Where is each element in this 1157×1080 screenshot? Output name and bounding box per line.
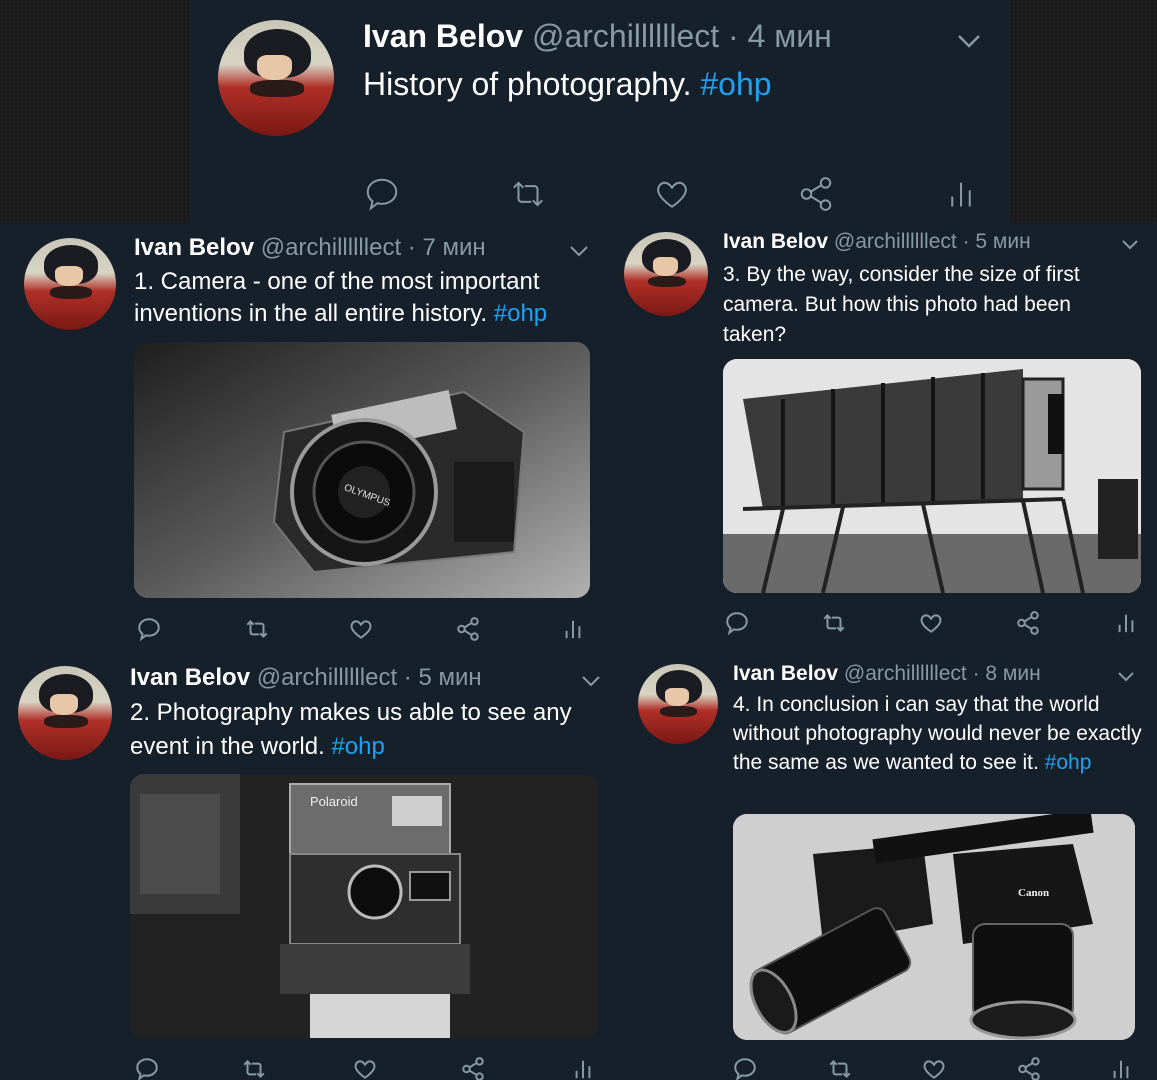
hashtag-link[interactable]: #ohp xyxy=(331,733,384,760)
retweet-icon[interactable] xyxy=(243,616,271,642)
tweet-time[interactable]: 7 мин xyxy=(422,234,485,261)
separator-dot: · xyxy=(728,18,739,54)
analytics-icon[interactable] xyxy=(1110,1054,1132,1080)
analytics-icon[interactable] xyxy=(572,1054,594,1080)
tweet-text-content: 3. By the way, consider the size of firs… xyxy=(723,263,1080,346)
avatar[interactable] xyxy=(18,666,112,760)
hashtag-link[interactable]: #ohp xyxy=(1045,751,1092,774)
tweet-photo-giant-camera[interactable] xyxy=(723,359,1141,593)
like-icon[interactable] xyxy=(917,610,945,636)
avatar[interactable] xyxy=(218,20,334,136)
tweet-photo-olympus-camera[interactable]: OLYMPUS xyxy=(134,342,590,598)
analytics-icon[interactable] xyxy=(1115,608,1137,638)
retweet-icon[interactable] xyxy=(820,610,848,636)
hashtag-link[interactable]: #ohp xyxy=(494,300,547,327)
author-name[interactable]: Ivan Belov xyxy=(733,662,838,685)
author-name[interactable]: Ivan Belov xyxy=(363,18,523,54)
tweet-header: Ivan Belov @archillllllect · 5 мин xyxy=(130,664,482,692)
tweet-time[interactable]: 5 мин xyxy=(975,230,1030,253)
reply-icon[interactable] xyxy=(724,610,750,636)
tweet-card-polaroid[interactable]: Ivan Belov @archillllllect · 5 мин 2. Ph… xyxy=(0,652,620,1080)
tweet-text: 1. Camera - one of the most important in… xyxy=(134,266,584,330)
chevron-down-icon[interactable] xyxy=(1116,670,1136,689)
analytics-icon[interactable] xyxy=(562,614,584,644)
tweet-header: Ivan Belov @archillllllect · 4 мин xyxy=(363,18,832,55)
like-icon[interactable] xyxy=(351,1056,379,1080)
tweet-card-camera[interactable]: Ivan Belov @archillllllect · 7 мин 1. Ca… xyxy=(0,222,608,652)
reply-icon[interactable] xyxy=(136,616,162,642)
author-handle[interactable]: @archillllllect xyxy=(844,662,967,685)
camera-brand-label: Canon xyxy=(1018,887,1049,899)
chevron-down-icon[interactable] xyxy=(580,674,602,693)
share-icon[interactable] xyxy=(455,616,481,642)
author-name[interactable]: Ivan Belov xyxy=(134,234,254,261)
share-icon[interactable] xyxy=(796,175,836,213)
author-name[interactable]: Ivan Belov xyxy=(723,230,828,253)
tweet-time[interactable]: 8 мин xyxy=(985,662,1040,685)
reply-icon[interactable] xyxy=(362,175,402,213)
share-icon[interactable] xyxy=(1016,1056,1042,1080)
tweet-text: 3. By the way, consider the size of firs… xyxy=(723,260,1133,350)
tweet-card-first-camera[interactable]: Ivan Belov @archillllllect · 5 мин 3. By… xyxy=(608,222,1157,652)
tweet-card-conclusion[interactable]: Ivan Belov @archillllllect · 8 мин 4. In… xyxy=(620,652,1157,1080)
tweet-actions xyxy=(0,614,608,648)
share-icon[interactable] xyxy=(460,1056,486,1080)
reply-icon[interactable] xyxy=(732,1056,758,1080)
tweet-photo-polaroid[interactable]: Polaroid xyxy=(130,774,598,1038)
tweet-text: 2. Photography makes us able to see any … xyxy=(130,696,610,764)
tweet-text-content: History of photography. xyxy=(363,66,692,102)
tweet-text: History of photography. #ohp xyxy=(363,64,983,104)
tweet-photo-canon-cameras[interactable]: Canon xyxy=(733,814,1135,1040)
tweet-actions xyxy=(608,608,1157,642)
tweet-time[interactable]: 5 мин xyxy=(418,664,481,691)
tweet-card-history[interactable]: Ivan Belov @archillllllect · 4 мин Histo… xyxy=(190,0,1010,222)
separator-dot: · xyxy=(962,230,970,253)
like-icon[interactable] xyxy=(920,1056,948,1080)
analytics-icon[interactable] xyxy=(946,174,976,214)
tweet-header: Ivan Belov @archillllllect · 5 мин xyxy=(723,230,1031,254)
like-icon[interactable] xyxy=(652,175,692,213)
retweet-icon[interactable] xyxy=(506,175,550,213)
retweet-icon[interactable] xyxy=(826,1056,854,1080)
tweet-time[interactable]: 4 мин xyxy=(748,18,832,54)
separator-dot: · xyxy=(403,664,412,691)
chevron-down-icon[interactable] xyxy=(1120,238,1140,257)
separator-dot: · xyxy=(972,662,980,685)
avatar[interactable] xyxy=(638,664,718,744)
author-handle[interactable]: @archillllllect xyxy=(261,234,401,261)
tweet-actions xyxy=(620,1052,1157,1080)
tweet-header: Ivan Belov @archillllllect · 7 мин xyxy=(134,234,486,262)
camera-brand-label: Polaroid xyxy=(310,794,358,809)
avatar[interactable] xyxy=(624,232,708,316)
author-handle[interactable]: @archillllllect xyxy=(834,230,957,253)
tweet-actions xyxy=(0,1052,620,1080)
reply-icon[interactable] xyxy=(134,1056,160,1080)
tweet-actions xyxy=(190,170,1010,220)
avatar[interactable] xyxy=(24,238,116,330)
like-icon[interactable] xyxy=(347,616,375,642)
separator-dot: · xyxy=(407,234,416,261)
share-icon[interactable] xyxy=(1015,610,1041,636)
author-name[interactable]: Ivan Belov xyxy=(130,664,250,691)
author-handle[interactable]: @archillllllect xyxy=(257,664,397,691)
hashtag-link[interactable]: #ohp xyxy=(700,66,771,102)
tweet-text-content: 1. Camera - one of the most important in… xyxy=(134,268,540,327)
tweet-text: 4. In conclusion i can say that the worl… xyxy=(733,690,1143,777)
chevron-down-icon[interactable] xyxy=(568,244,590,263)
retweet-icon[interactable] xyxy=(240,1056,268,1080)
chevron-down-icon[interactable] xyxy=(956,32,982,55)
author-handle[interactable]: @archillllllect xyxy=(532,18,719,54)
tweet-header: Ivan Belov @archillllllect · 8 мин xyxy=(733,662,1041,686)
